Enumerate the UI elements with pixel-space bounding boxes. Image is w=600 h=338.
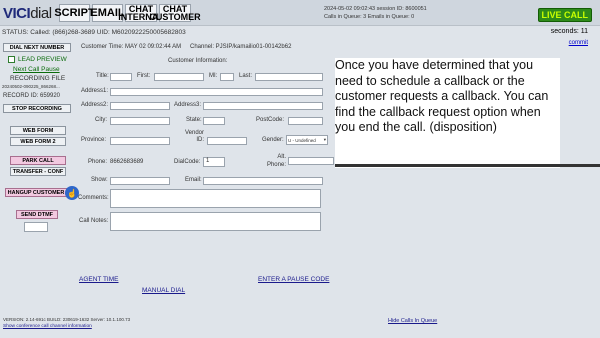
gender-select[interactable]: U - Undefined ▾ — [286, 135, 328, 145]
hangup-customer-button[interactable]: HANGUP CUSTOMER — [5, 188, 67, 197]
pointer-hand-icon: ☝ — [65, 186, 79, 200]
agent-time-link[interactable]: AGENT TIME — [79, 276, 119, 283]
web-form-button[interactable]: WEB FORM — [10, 126, 66, 135]
hide-calls-in-queue-link[interactable]: Hide Calls In Queue — [388, 318, 437, 324]
show-label: Show: — [91, 177, 108, 183]
vendor-id-input[interactable] — [207, 137, 247, 145]
postcode-input[interactable] — [288, 117, 323, 125]
comments-textarea[interactable] — [110, 189, 321, 208]
logo-dial-text: dial — [30, 5, 52, 22]
park-call-button[interactable]: PARK CALL — [10, 156, 66, 165]
dtmf-input[interactable] — [24, 222, 48, 232]
session-info: 2024-05-02 09:02:43 session ID: 8600051 — [324, 6, 427, 12]
transfer-conf-button[interactable]: TRANSFER - CONF — [10, 167, 66, 176]
address3-label: Address3: — [174, 102, 202, 108]
mi-input[interactable] — [220, 73, 234, 81]
seconds-counter: seconds: 11 — [550, 28, 588, 35]
stop-recording-button[interactable]: STOP RECORDING — [3, 104, 71, 113]
dial-next-button[interactable]: DIAL NEXT NUMBER — [3, 43, 71, 52]
conference-info-link[interactable]: Show conference call channel information — [3, 324, 92, 329]
last-label: Last: — [239, 73, 253, 79]
lead-preview-label: LEAD PREVIEW — [18, 56, 67, 63]
email-input[interactable] — [203, 177, 323, 185]
record-id: RECORD ID: 659920 — [3, 93, 61, 99]
channel-info: Channel: PJSIP/kamailio01-00142b62 — [190, 44, 292, 50]
vicidial-logo: VICIdial — [3, 5, 52, 22]
pause-code-link[interactable]: ENTER A PAUSE CODE — [258, 276, 329, 283]
send-dtmf-button[interactable]: SEND DTMF — [16, 210, 58, 219]
instruction-overlay: Once you have determined that you need t… — [335, 58, 560, 168]
email-label: Email: — [185, 177, 202, 183]
mi-label: MI: — [209, 73, 218, 79]
address3-input[interactable] — [203, 102, 323, 110]
call-notes-textarea[interactable] — [110, 212, 321, 231]
title-label: Title: — [96, 73, 109, 79]
status-line: STATUS: Called: (866)268-3689 UID: M6020… — [2, 29, 186, 36]
gender-label: Gender: — [262, 137, 284, 143]
recording-file-name: 20240502-090225_866268... — [2, 84, 60, 89]
tab-script[interactable]: SCRIPT — [54, 4, 95, 22]
chevron-down-icon: ▾ — [323, 137, 326, 142]
show-input[interactable] — [110, 177, 170, 185]
comments-label: Comments: — [78, 195, 109, 201]
commit-link[interactable]: commit — [569, 40, 588, 46]
address2-input[interactable] — [110, 102, 170, 110]
customer-time: Customer Time: MAY 02 09:02:44 AM — [81, 44, 182, 50]
province-input[interactable] — [110, 137, 170, 145]
city-label: City: — [95, 117, 107, 123]
first-input[interactable] — [154, 73, 204, 81]
dialcode-input[interactable]: 1 — [203, 157, 225, 167]
state-label: State: — [186, 117, 202, 123]
city-input[interactable] — [110, 117, 170, 125]
live-call-badge: LIVE CALL — [537, 8, 592, 22]
address2-label: Address2: — [81, 102, 109, 108]
calls-in-queue: Calls in Queue: 3 Emails in Queue: 0 — [324, 14, 415, 20]
web-form-2-button[interactable]: WEB FORM 2 — [10, 137, 66, 146]
address1-input[interactable] — [110, 88, 323, 96]
address1-label: Address1: — [81, 88, 109, 94]
overlay-divider — [335, 164, 600, 167]
phone-label: Phone: — [88, 159, 108, 165]
call-notes-label: Call Notes: — [79, 218, 109, 224]
customer-info-title: Customer Information: — [168, 58, 228, 64]
first-label: First: — [137, 73, 151, 79]
title-input[interactable] — [110, 73, 132, 81]
dialcode-label: DialCode: — [174, 159, 201, 165]
lead-preview-checkbox[interactable] — [8, 56, 15, 63]
logo-main-text: VICI — [3, 5, 31, 22]
next-call-pause-link[interactable]: Next Call Pause — [13, 66, 60, 73]
gender-select-value: U - Undefined — [288, 137, 316, 143]
last-input[interactable] — [255, 73, 323, 81]
version-info: VERSION: 2.14-691c BUILD: 230619-1632 Se… — [3, 317, 131, 322]
manual-dial-link[interactable]: MANUAL DIAL — [142, 287, 185, 294]
province-label: Province: — [81, 137, 107, 143]
alt-phone-input[interactable] — [288, 157, 334, 165]
state-input[interactable] — [203, 117, 225, 125]
postcode-label: PostCode: — [256, 117, 285, 123]
recording-file-label: RECORDING FILE — [10, 75, 66, 82]
instruction-text: Once you have determined that you need t… — [335, 58, 549, 135]
alt-phone-label: Alt. Phone: — [266, 154, 286, 168]
phone-value: 8662683689 — [110, 159, 144, 165]
vendor-id-label: Vendor ID: — [184, 130, 204, 143]
tab-chat-customer[interactable]: CHAT CUSTOMER — [149, 4, 201, 22]
